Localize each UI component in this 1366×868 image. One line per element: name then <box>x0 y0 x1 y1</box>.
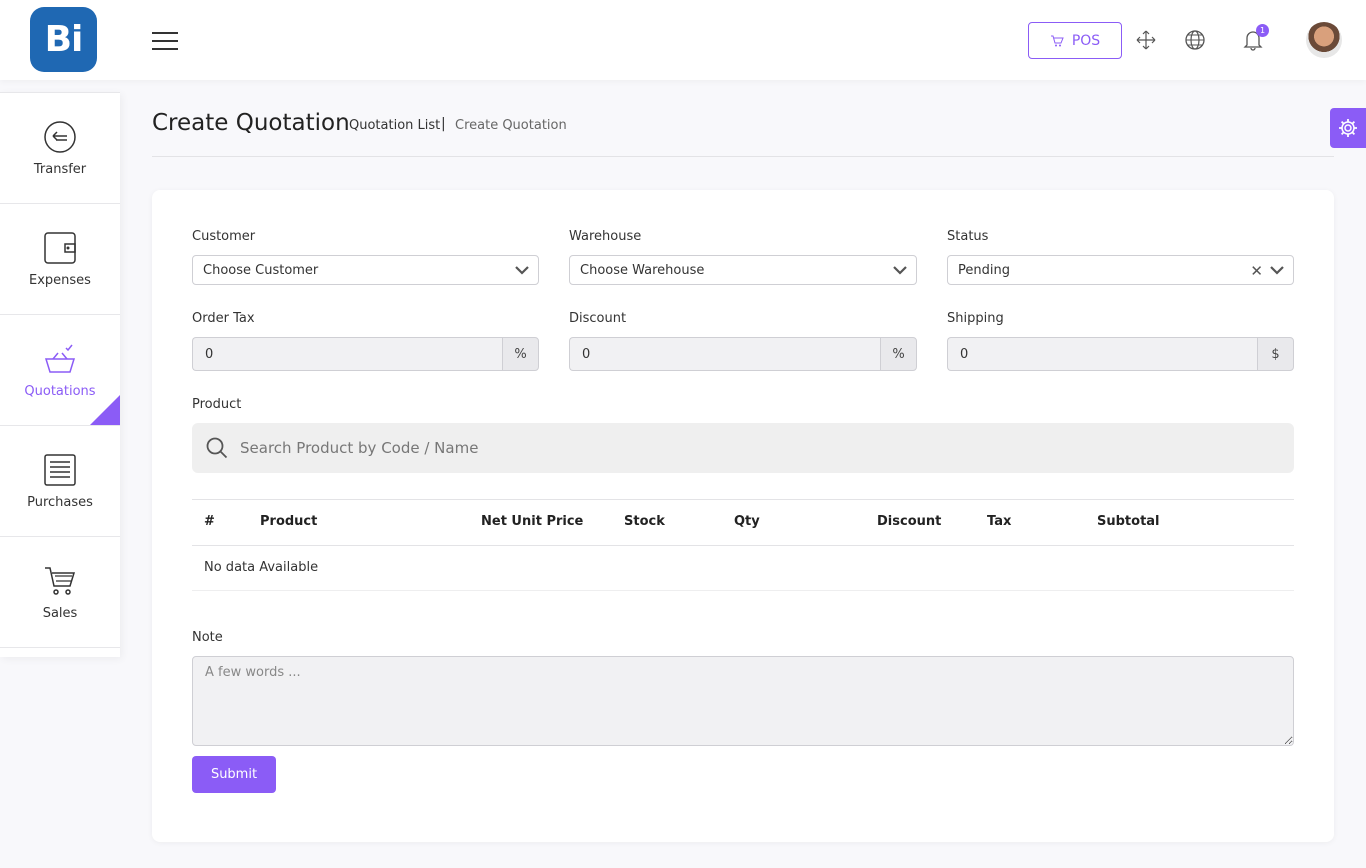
customer-select[interactable]: Choose Customer <box>192 255 539 285</box>
order-tax-label: Order Tax <box>192 311 255 326</box>
submit-button[interactable]: Submit <box>192 756 276 793</box>
sidebar-item-label: Sales <box>42 605 78 621</box>
basket-icon <box>44 344 76 373</box>
table-header: # Product Net Unit Price Stock Qty Disco… <box>192 500 1294 546</box>
transfer-icon <box>44 120 76 153</box>
sidebar-item-sales[interactable]: Sales <box>0 537 120 648</box>
percent-addon: % <box>502 337 539 371</box>
column-header: Stock <box>624 514 665 529</box>
sidebar-item-purchases[interactable]: Purchases <box>0 426 120 537</box>
percent-addon: % <box>880 337 917 371</box>
column-header: Tax <box>987 514 1012 529</box>
settings-button[interactable] <box>1330 108 1366 148</box>
notification-badge: 1 <box>1256 24 1269 37</box>
menu-toggle-icon[interactable] <box>152 32 178 50</box>
sidebar: Transfer Expenses Quotations Purchases S… <box>0 92 120 657</box>
sidebar-item-label: Transfer <box>33 161 87 177</box>
breadcrumb-quotation-list[interactable]: Quotation List <box>349 118 440 133</box>
breadcrumb-separator: | <box>441 116 446 132</box>
search-icon <box>206 437 228 459</box>
product-label: Product <box>192 397 242 412</box>
products-table: # Product Net Unit Price Stock Qty Disco… <box>192 499 1294 591</box>
clear-icon[interactable]: ✕ <box>1250 262 1263 280</box>
sidebar-item-transfer[interactable]: Transfer <box>0 93 120 204</box>
discount-input[interactable] <box>569 337 880 371</box>
customer-value: Choose Customer <box>203 262 319 278</box>
fullscreen-icon[interactable] <box>1134 28 1158 52</box>
status-value: Pending <box>958 262 1010 278</box>
page-title: Create Quotation <box>152 110 350 136</box>
warehouse-value: Choose Warehouse <box>580 262 705 278</box>
sidebar-item-label: Quotations <box>24 383 96 399</box>
pos-button[interactable]: POS <box>1028 22 1122 59</box>
gear-icon <box>1339 119 1357 137</box>
avatar[interactable] <box>1306 22 1342 58</box>
quotation-form-card: Customer Choose Customer Warehouse Choos… <box>152 190 1334 842</box>
chevron-down-icon <box>1270 266 1284 275</box>
top-bar: Bi POS 1 <box>0 0 1366 80</box>
column-header: Net Unit Price <box>481 514 584 529</box>
active-indicator <box>90 395 120 425</box>
breadcrumb-current: Create Quotation <box>455 118 567 133</box>
customer-label: Customer <box>192 229 256 244</box>
column-header: # <box>204 514 215 529</box>
status-select[interactable]: Pending ✕ <box>947 255 1294 285</box>
globe-icon[interactable] <box>1183 28 1207 52</box>
shipping-input[interactable] <box>947 337 1257 371</box>
column-header: Subtotal <box>1097 514 1160 529</box>
wallet-icon <box>44 231 76 264</box>
pos-label: POS <box>1071 32 1101 49</box>
receipt-icon <box>44 453 76 486</box>
discount-group: % <box>569 337 917 371</box>
note-label: Note <box>192 630 223 645</box>
shipping-label: Shipping <box>947 311 1004 326</box>
column-header: Discount <box>877 514 942 529</box>
sidebar-item-expenses[interactable]: Expenses <box>0 204 120 315</box>
dollar-addon: $ <box>1257 337 1294 371</box>
app-logo[interactable]: Bi <box>30 7 97 72</box>
sidebar-item-quotations[interactable]: Quotations <box>0 315 120 426</box>
note-textarea[interactable] <box>192 656 1294 746</box>
order-tax-group: % <box>192 337 539 371</box>
product-search-bar <box>192 423 1294 473</box>
cart-icon <box>1050 35 1064 46</box>
cart-icon <box>45 566 76 595</box>
column-header: Product <box>260 514 318 529</box>
chevron-down-icon <box>515 266 529 275</box>
table-row: No data Available <box>192 546 1294 591</box>
empty-table-message: No data Available <box>204 560 319 575</box>
discount-label: Discount <box>569 311 627 326</box>
sidebar-item-label: Purchases <box>27 494 93 510</box>
shipping-group: $ <box>947 337 1294 371</box>
order-tax-input[interactable] <box>192 337 502 371</box>
chevron-down-icon <box>893 266 907 275</box>
status-label: Status <box>947 229 989 244</box>
warehouse-select[interactable]: Choose Warehouse <box>569 255 917 285</box>
sidebar-item-label: Expenses <box>29 272 91 288</box>
product-search-input[interactable] <box>240 439 1140 457</box>
header-divider <box>152 156 1334 157</box>
column-header: Qty <box>734 514 760 529</box>
warehouse-label: Warehouse <box>569 229 642 244</box>
